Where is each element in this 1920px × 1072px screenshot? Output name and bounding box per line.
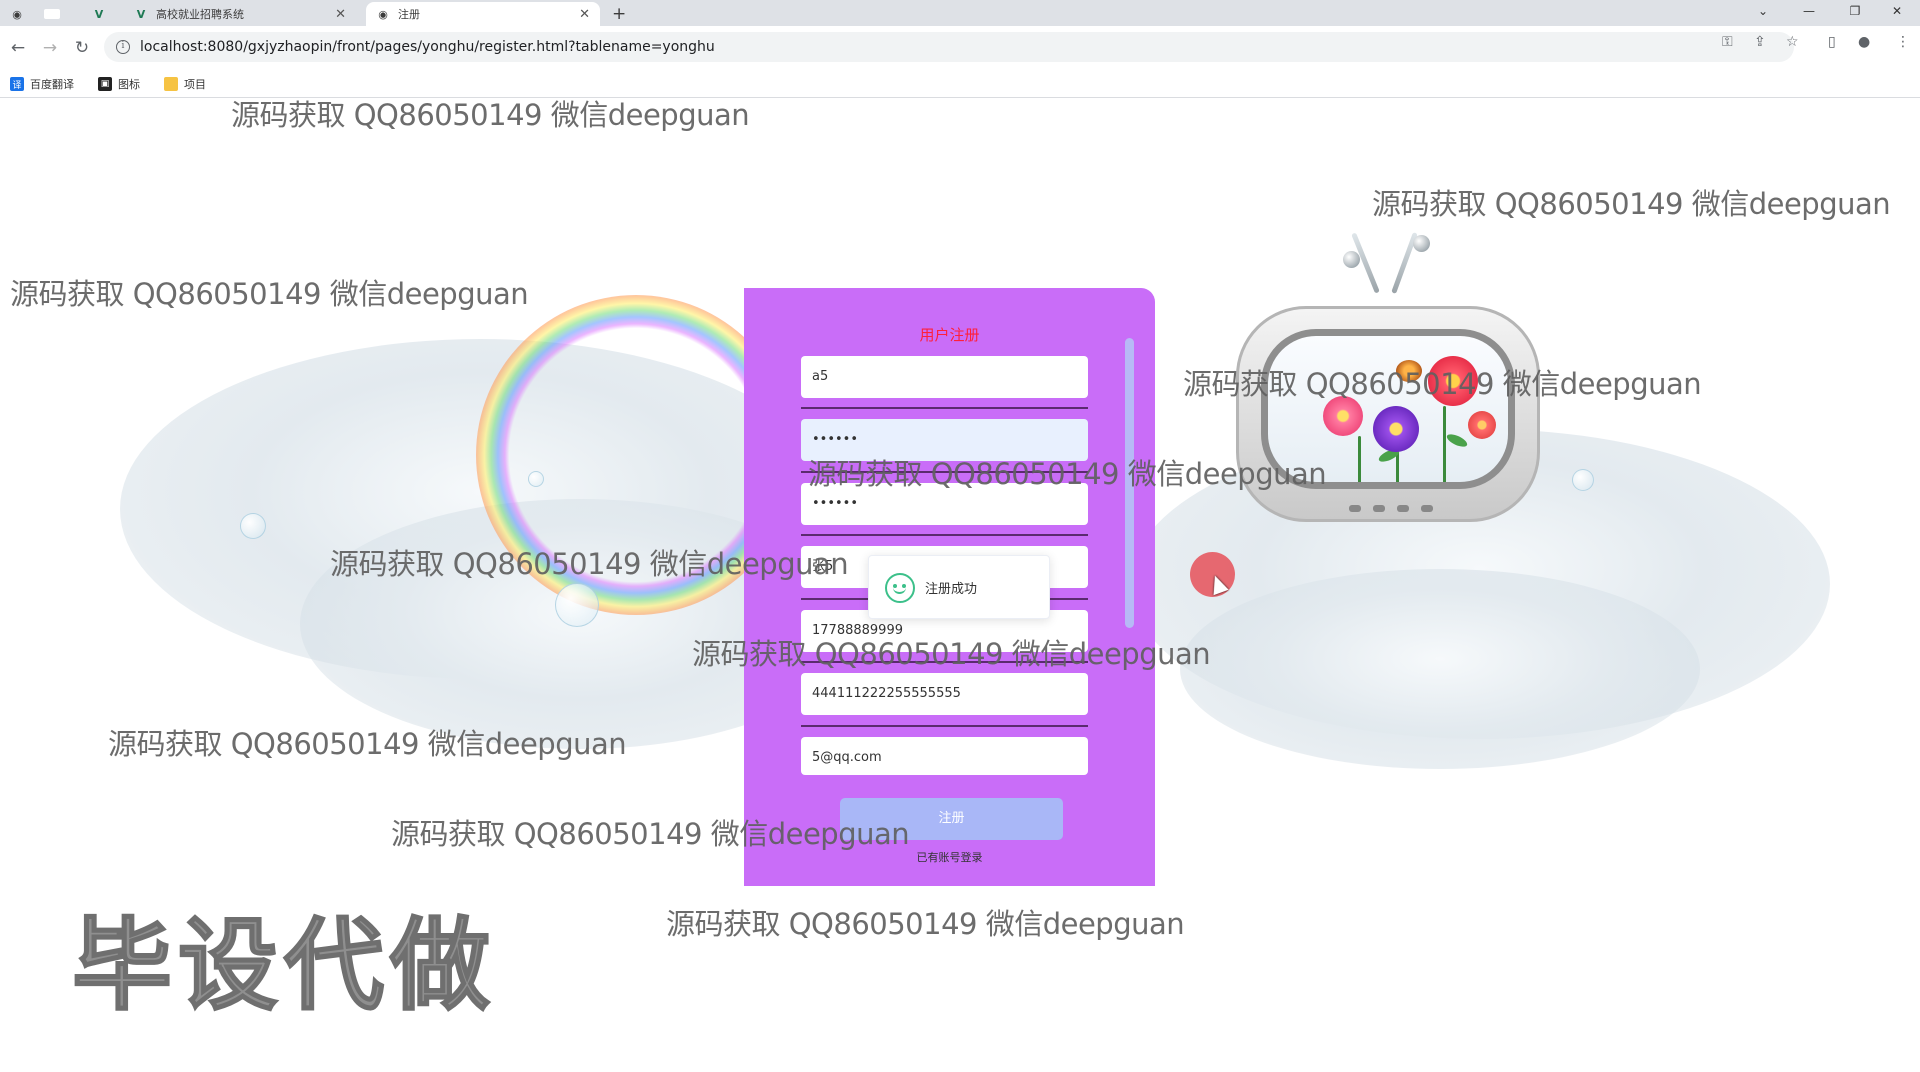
tv-button — [1349, 505, 1361, 512]
flower-stem — [1443, 406, 1446, 482]
minimize-button[interactable]: — — [1786, 0, 1832, 22]
vue-icon: V — [136, 7, 146, 21]
flower-stem — [1358, 436, 1361, 482]
menu-icon[interactable]: ⋮ — [1896, 34, 1910, 50]
smile-icon — [885, 573, 915, 603]
id-card-input[interactable]: 444111222255555555 — [801, 673, 1088, 715]
tab-search-button[interactable]: ⌄ — [1740, 0, 1786, 22]
tab-pinned-1[interactable]: ◉ — [10, 2, 40, 26]
bookmark-label: 百度翻译 — [30, 78, 74, 91]
close-window-button[interactable]: ✕ — [1874, 0, 1920, 22]
url-text: localhost:8080/gxjyzhaopin/front/pages/y… — [140, 39, 715, 55]
back-button[interactable]: ← — [6, 36, 30, 60]
cloud-right-lower — [1180, 569, 1700, 769]
folder-icon — [164, 77, 178, 91]
leaf — [1445, 431, 1469, 450]
watermark-text: 源码获取 QQ86050149 微信deepguan — [391, 817, 910, 851]
site-info-icon[interactable]: i — [116, 40, 130, 54]
bookmark-icons[interactable]: ▣ 图标 — [98, 76, 140, 92]
tv-button — [1421, 505, 1433, 512]
watermark-big-text: 毕设代做 — [71, 906, 496, 1025]
close-icon: ✕ — [1891, 4, 1903, 18]
bookmark-baidu-translate[interactable]: 译 百度翻译 — [10, 76, 74, 92]
success-toast: 注册成功 — [868, 555, 1050, 619]
bookmarks-bar: 译 百度翻译 ▣ 图标 项目 — [0, 70, 1920, 98]
translate-icon: 译 — [10, 77, 24, 91]
form-title: 用户注册 — [919, 326, 980, 344]
bubble — [1572, 469, 1594, 491]
restore-button[interactable]: ❐ — [1832, 0, 1878, 22]
tab-label: 高校就业招聘系统 — [156, 8, 244, 21]
sidepanel-icon[interactable]: ▯ — [1828, 34, 1836, 50]
vue-icon: V — [94, 7, 104, 21]
tab-register[interactable]: ◉ 注册 ✕ — [366, 2, 600, 26]
smile-mouth — [893, 585, 906, 594]
chevron-down-icon: ⌄ — [1757, 4, 1769, 18]
browser-tabstrip: ◉ V V 高校就业招聘系统 ✕ ◉ 注册 ✕ + ⌄ — ❐ ✕ — [0, 0, 1920, 26]
tab-label: 注册 — [398, 8, 420, 21]
tab-system[interactable]: V 高校就业招聘系统 ✕ — [130, 2, 356, 26]
watermark-text: 源码获取 QQ86050149 微信deepguan — [108, 727, 627, 761]
tv-button — [1373, 505, 1385, 512]
close-tab-icon[interactable]: ✕ — [335, 7, 346, 22]
reload-icon: ↻ — [74, 38, 90, 58]
minimize-icon: — — [1803, 4, 1815, 18]
field-underline — [801, 534, 1088, 536]
field-underline — [801, 407, 1088, 409]
bookmark-label: 项目 — [184, 78, 206, 91]
share-icon[interactable]: ⇪ — [1754, 34, 1766, 50]
star-icon[interactable]: ☆ — [1786, 34, 1799, 50]
watermark-text: 源码获取 QQ86050149 微信deepguan — [1372, 187, 1891, 221]
blank-page-icon — [44, 9, 60, 19]
arrow-left-icon: ← — [10, 38, 26, 58]
toast-message: 注册成功 — [925, 582, 978, 597]
profile-icon[interactable]: ● — [1858, 34, 1870, 50]
flower — [1468, 411, 1496, 439]
email-input[interactable]: 5@qq.com — [801, 737, 1088, 775]
watermark-text: 源码获取 QQ86050149 微信deepguan — [808, 457, 1327, 491]
arrow-right-icon: → — [42, 38, 58, 58]
register-page: 用户注册 a5 •••••• •••••• 张5 17788889999 444… — [0, 99, 1920, 1072]
bubble — [555, 583, 599, 627]
bubble — [528, 471, 544, 487]
address-bar: ← → ↻ i localhost:8080/gxjyzhaopin/front… — [0, 26, 1920, 70]
watermark-text: 源码获取 QQ86050149 微信deepguan — [666, 907, 1185, 941]
bookmark-project[interactable]: 项目 — [164, 76, 206, 92]
tab-pinned-2[interactable] — [44, 2, 74, 26]
image-icon: ▣ — [98, 77, 112, 91]
plus-icon: + — [612, 4, 627, 24]
url-field[interactable]: i localhost:8080/gxjyzhaopin/front/pages… — [104, 32, 1794, 62]
field-underline — [801, 725, 1088, 727]
globe-icon: ◉ — [378, 7, 388, 21]
key-icon[interactable]: ⚿ — [1722, 34, 1733, 50]
tv-button — [1397, 505, 1409, 512]
watermark-text: 源码获取 QQ86050149 微信deepguan — [1183, 367, 1702, 401]
close-tab-icon[interactable]: ✕ — [579, 7, 590, 22]
antenna-ball — [1413, 235, 1430, 252]
account-input[interactable]: a5 — [801, 356, 1088, 398]
watermark-text: 源码获取 QQ86050149 微信deepguan — [10, 277, 529, 311]
reload-button[interactable]: ↻ — [70, 36, 94, 60]
new-tab-button[interactable]: + — [612, 2, 636, 26]
watermark-text: 源码获取 QQ86050149 微信deepguan — [231, 99, 750, 132]
globe-icon: ◉ — [12, 7, 22, 21]
bubble — [240, 513, 266, 539]
flower — [1373, 406, 1419, 452]
forward-button[interactable]: → — [38, 36, 62, 60]
antenna-ball — [1343, 251, 1360, 268]
tab-pinned-3[interactable]: V — [92, 2, 122, 26]
watermark-text: 源码获取 QQ86050149 微信deepguan — [330, 547, 849, 581]
bookmark-label: 图标 — [118, 78, 140, 91]
restore-icon: ❐ — [1849, 4, 1861, 18]
watermark-text: 源码获取 QQ86050149 微信deepguan — [692, 637, 1211, 671]
